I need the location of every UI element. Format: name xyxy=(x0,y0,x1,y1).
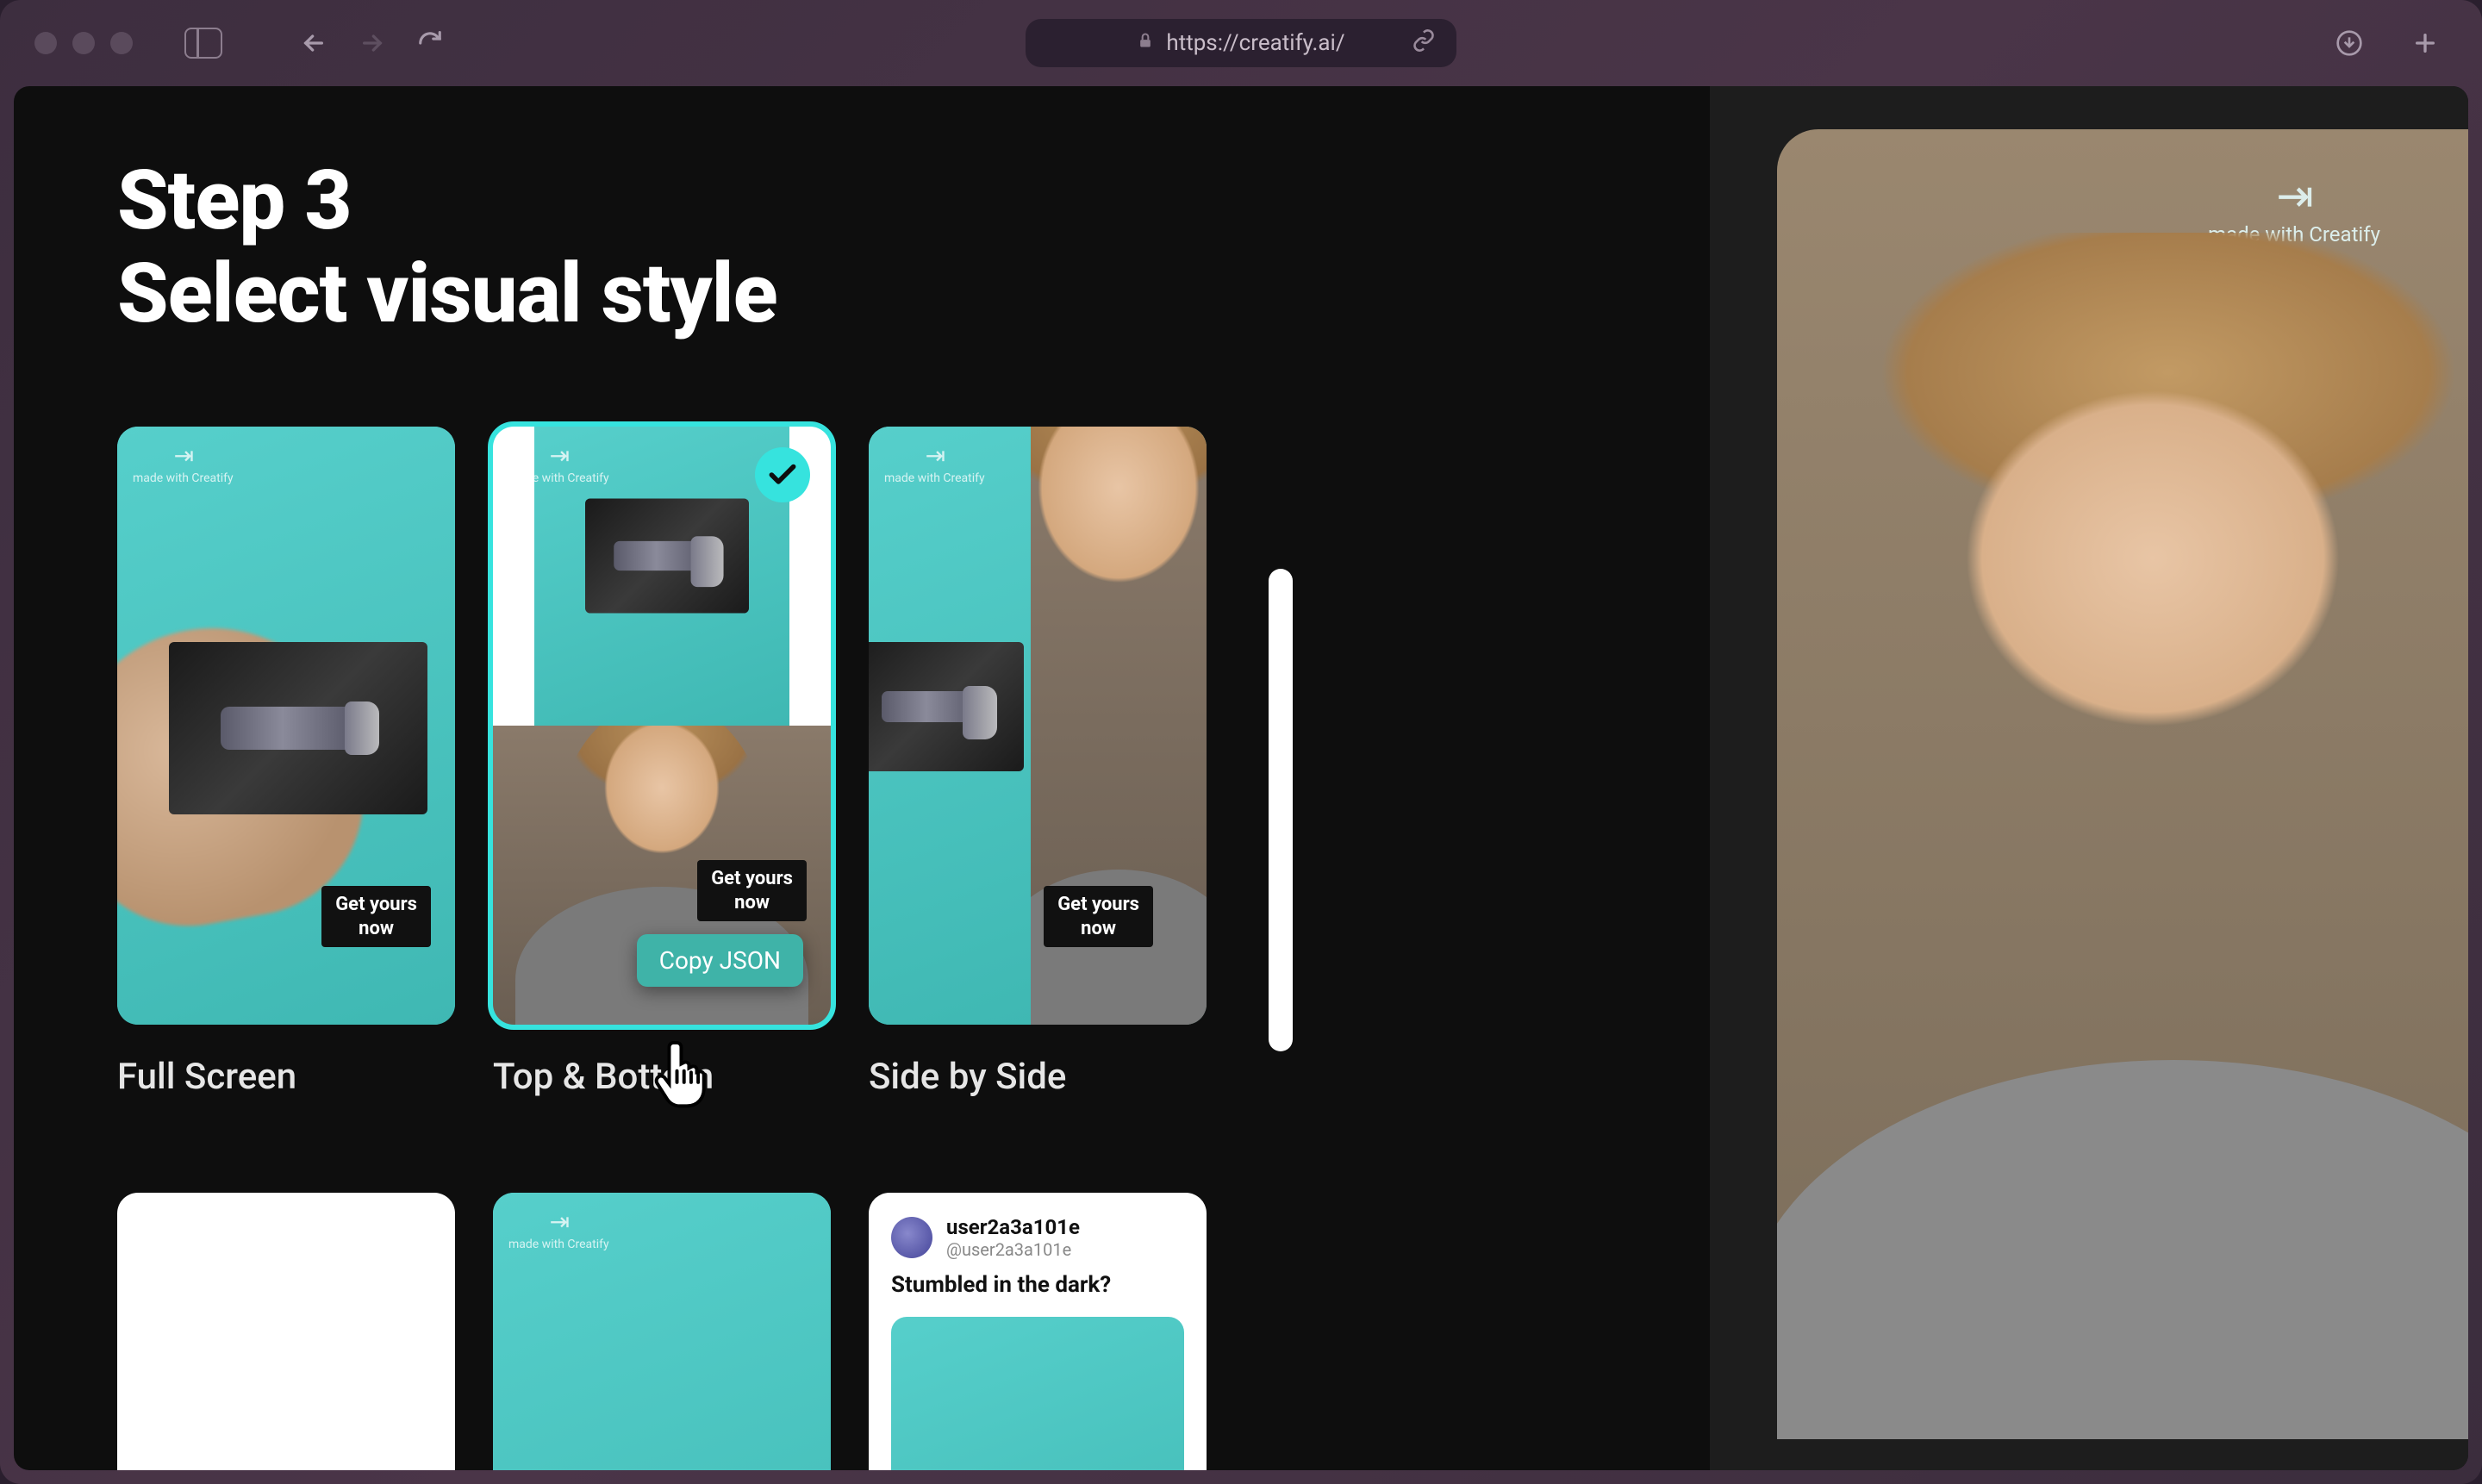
style-card-tweet[interactable]: user2a3a101e @user2a3a101e Stumbled in t… xyxy=(869,1193,1207,1470)
selected-check-icon xyxy=(755,447,810,502)
page-title: Select visual style xyxy=(117,246,777,342)
scrollbar-thumb[interactable] xyxy=(1269,569,1293,1051)
style-card-full-screen[interactable]: ⇥ made with Creatify Get yours now xyxy=(117,427,455,1025)
style-card-top-bottom[interactable]: ⇥ made with Creatify Get yours n xyxy=(493,427,831,1025)
lock-icon xyxy=(1137,30,1152,56)
sidebar-toggle-icon[interactable] xyxy=(184,28,222,59)
style-option-row2-2[interactable]: ⇥ made with Creatify xyxy=(493,1193,831,1470)
step-label: Step 3 xyxy=(117,153,352,249)
style-label: Top & Bottom xyxy=(493,1056,831,1098)
tweet-handle: @user2a3a101e xyxy=(946,1239,1080,1260)
page-viewport: Step 3 Select visual style ⇥ made with C… xyxy=(14,86,2468,1470)
url-text: https://creatify.ai/ xyxy=(1166,30,1344,56)
cta-text: Get yours now xyxy=(321,886,431,947)
browser-window: https://creatify.ai/ Step 3 Select visua… xyxy=(0,0,2482,1484)
creatify-watermark: ⇥ made with Creatify xyxy=(884,444,985,485)
new-tab-icon[interactable] xyxy=(2411,29,2439,57)
downloads-icon[interactable] xyxy=(2335,29,2363,57)
forward-button[interactable] xyxy=(359,29,386,57)
style-card-teal[interactable]: ⇥ made with Creatify xyxy=(493,1193,831,1470)
copy-json-tooltip[interactable]: Copy JSON xyxy=(637,934,803,987)
style-label: Full Screen xyxy=(117,1056,455,1098)
cta-text: Get yours now xyxy=(697,860,807,921)
preview-panel: ⇥ made with Creatify ar xyxy=(1710,86,2468,1470)
maximize-window-button[interactable] xyxy=(110,32,133,54)
style-grid: ⇥ made with Creatify Get yours now Full … xyxy=(117,427,1624,1470)
browser-title-bar: https://creatify.ai/ xyxy=(0,0,2482,86)
style-option-row2-1[interactable] xyxy=(117,1193,455,1470)
preview-card: ⇥ made with Creatify ar xyxy=(1777,129,2468,1439)
window-controls xyxy=(34,32,133,54)
browser-right-icons xyxy=(2335,29,2439,57)
page-heading: Step 3 Select visual style xyxy=(117,155,1624,340)
nav-arrows xyxy=(300,29,443,57)
style-card-side-by-side[interactable]: ⇥ made with Creatify Get yours now xyxy=(869,427,1207,1025)
creatify-logo-icon: ⇥ xyxy=(550,444,568,468)
share-link-icon[interactable] xyxy=(1412,28,1436,59)
creatify-logo-icon: ⇥ xyxy=(926,444,944,468)
close-window-button[interactable] xyxy=(34,32,57,54)
back-button[interactable] xyxy=(300,29,327,57)
creatify-watermark: ⇥ made with Creatify xyxy=(133,444,234,485)
tweet-text: Stumbled in the dark? xyxy=(891,1272,1184,1298)
tweet-avatar xyxy=(891,1217,932,1258)
style-option-full-screen[interactable]: ⇥ made with Creatify Get yours now Full … xyxy=(117,427,455,1098)
minimize-window-button[interactable] xyxy=(72,32,95,54)
tweet-username: user2a3a101e xyxy=(946,1215,1080,1239)
cta-text: Get yours now xyxy=(1044,886,1153,947)
creatify-watermark: ⇥ made with Creatify xyxy=(508,1210,609,1251)
creatify-logo-icon: ⇥ xyxy=(174,444,192,468)
style-label: Side by Side xyxy=(869,1056,1207,1098)
style-option-row2-3[interactable]: user2a3a101e @user2a3a101e Stumbled in t… xyxy=(869,1193,1207,1470)
reload-button[interactable] xyxy=(417,30,443,56)
main-panel: Step 3 Select visual style ⇥ made with C… xyxy=(14,86,1710,1470)
style-card-blank[interactable] xyxy=(117,1193,455,1470)
style-option-top-bottom[interactable]: ⇥ made with Creatify Get yours n xyxy=(493,427,831,1098)
creatify-logo-icon: ⇥ xyxy=(550,1210,568,1234)
address-bar[interactable]: https://creatify.ai/ xyxy=(1026,19,1456,67)
creatify-logo-icon: ⇥ xyxy=(2276,174,2312,219)
style-option-side-by-side[interactable]: ⇥ made with Creatify Get yours now Side … xyxy=(869,427,1207,1098)
creatify-watermark: ⇥ made with Creatify xyxy=(508,444,609,485)
